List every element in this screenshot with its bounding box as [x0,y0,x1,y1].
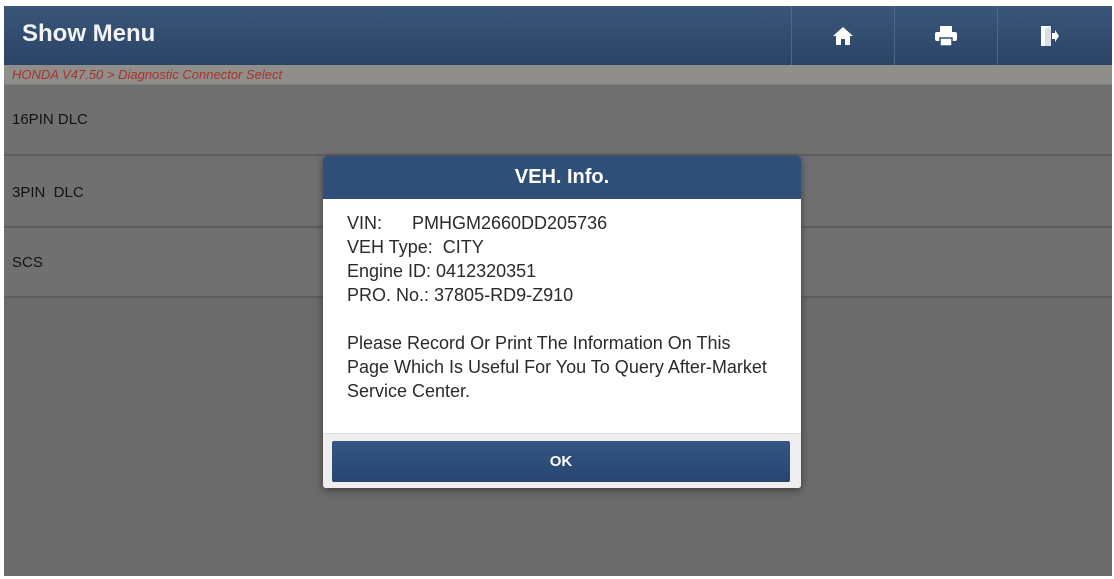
home-icon [833,26,853,45]
home-button[interactable] [791,6,894,65]
list-item-label: 3PIN DLC [12,183,84,201]
vin-line: VIN: PMHGM2660DD205736 [347,211,777,235]
vin-label: VIN: [347,213,383,233]
list-item-label: 16PIN DLC [12,111,88,128]
title-bar: Show Menu [4,6,1112,65]
breadcrumb: HONDA V47.50 > Diagnostic Connector Sele… [4,65,1112,85]
print-button[interactable] [894,6,997,65]
engine-id-line: Engine ID: 0412320351 [347,261,537,281]
exit-icon [1041,25,1059,46]
exit-button[interactable] [997,6,1100,65]
page-title: Show Menu [22,20,156,47]
list-item-label: SCS [12,253,43,271]
app-window: Show Menu HONDA V47.50 > Diagnostic Conn… [4,6,1112,576]
print-icon [935,25,957,47]
vin-value: PMHGM2660DD205736 [412,213,608,233]
dialog-footer: OK [323,433,801,488]
ok-button[interactable]: OK [332,441,790,482]
dialog-body: VIN: PMHGM2660DD205736 VEH Type: CITY Eng… [323,199,801,403]
vehicle-info-dialog: VEH. Info. VIN: PMHGM2660DD205736 VEH Typ… [323,156,801,488]
dialog-notice: Please Record Or Print The Information O… [347,333,767,401]
veh-type-line: VEH Type: CITY [347,237,484,257]
dialog-title: VEH. Info. [323,156,801,199]
connector-16pin-dlc[interactable]: 16PIN DLC [4,85,1112,156]
pro-no-line: PRO. No.: 37805-RD9-Z910 [347,285,574,305]
